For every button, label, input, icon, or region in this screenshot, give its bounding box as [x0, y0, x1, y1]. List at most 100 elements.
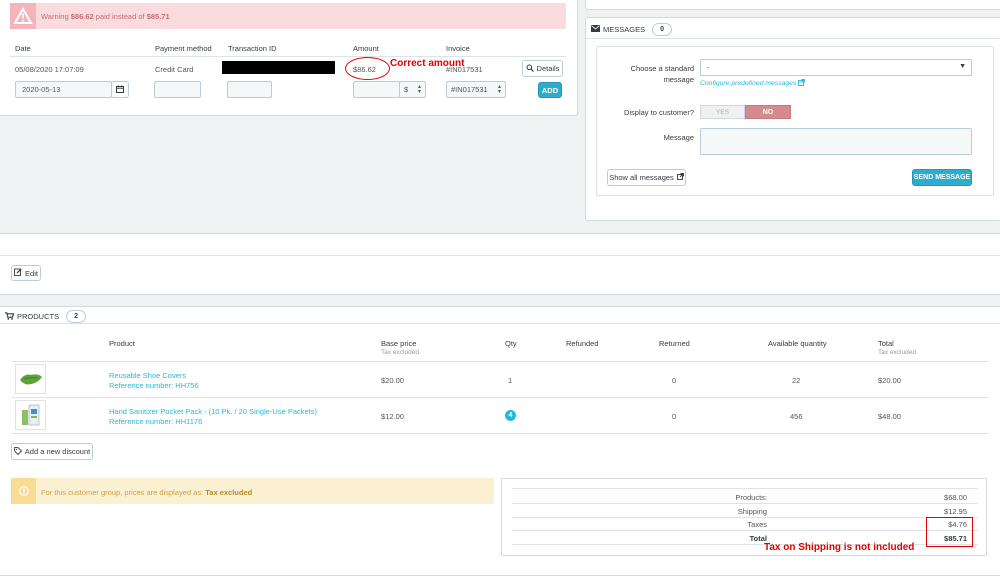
product-total: $48.00 [878, 412, 901, 421]
totals-shipping-value: $12.95 [944, 507, 967, 516]
divider [0, 323, 1000, 324]
divider [512, 530, 978, 531]
divider [512, 503, 978, 504]
toggle-yes[interactable]: YES [700, 105, 745, 119]
invoice-select[interactable]: #IN017531 ▴ ▾ [446, 81, 506, 98]
details-button[interactable]: Details [522, 60, 563, 77]
search-icon [526, 64, 534, 74]
divider [12, 361, 988, 362]
amount-input[interactable] [353, 81, 400, 98]
messages-title: MESSAGES [603, 25, 646, 34]
toggle-no[interactable]: NO [745, 105, 791, 119]
tax-display-notice-text: For this customer group, prices are disp… [41, 488, 253, 497]
message-label: Message [663, 133, 694, 142]
product-returned: 0 [672, 376, 677, 385]
add-payment-button[interactable]: ADD [538, 82, 562, 98]
product-thumbnail [15, 400, 46, 430]
product-available-quantity: 456 [790, 412, 803, 421]
header-total-sub: Tax excluded [878, 349, 916, 356]
header-qty: Qty [505, 339, 517, 348]
header-available-quantity: Available quantity [768, 339, 827, 348]
header-date: Date [15, 44, 31, 53]
standard-message-select[interactable]: - ▼ [700, 59, 972, 76]
header-amount: Amount [353, 44, 379, 53]
header-total: Total [878, 339, 894, 348]
divider [586, 38, 1000, 39]
product-thumbnail [15, 364, 46, 394]
product-reference: Reference number: HH1176 [109, 417, 203, 426]
expected-amount: $85.71 [146, 12, 170, 21]
calendar-icon [116, 84, 124, 95]
divider [512, 488, 978, 489]
cart-icon [5, 311, 15, 322]
header-transaction-id: Transaction ID [228, 44, 277, 53]
payment-date: 05/08/2020 17:07:09 [15, 65, 84, 74]
tax-highlight-box [926, 517, 973, 547]
header-refunded: Refunded [566, 339, 599, 348]
payment-invoice: #IN017531 [446, 65, 483, 74]
paid-amount: $86.62 [70, 12, 94, 21]
info-icon [11, 478, 36, 504]
product-base-price: $20.00 [381, 376, 404, 385]
divider [0, 255, 1000, 256]
show-all-messages-button[interactable]: Show all messages [607, 169, 686, 186]
payment-method-input[interactable] [154, 81, 201, 98]
messages-header: MESSAGES 0 [591, 23, 673, 36]
header-payment-method: Payment method [155, 44, 212, 53]
pencil-icon [14, 268, 22, 278]
add-discount-button[interactable]: Add a new discount [11, 443, 93, 460]
tax-on-shipping-annotation: Tax on Shipping is not included [764, 542, 915, 553]
choose-message-label: Choose a standard message [630, 64, 694, 84]
tax-mode: Tax excluded [205, 488, 253, 497]
message-textarea[interactable] [700, 128, 972, 155]
tag-icon [13, 446, 22, 457]
display-to-customer-label: Display to customer? [623, 108, 694, 117]
updown-arrows-icon: ▴ ▾ [417, 84, 421, 95]
updown-arrows-icon: ▴ ▾ [497, 84, 501, 95]
product-returned: 0 [672, 412, 677, 421]
product-name-link[interactable]: Hand Sanitizer Pocket Pack - (10 Pk. / 2… [109, 407, 317, 416]
edit-button[interactable]: Edit [11, 265, 41, 281]
totals-products-label: Products: [735, 493, 767, 502]
product-qty-badge: 4 [505, 410, 516, 421]
header-product: Product [109, 339, 135, 348]
divider [12, 433, 988, 434]
totals-taxes-label: Taxes [747, 520, 767, 529]
currency-select[interactable]: $ ▴ ▾ [399, 81, 426, 98]
payment-date-input[interactable]: 2020-05-13 [15, 81, 112, 98]
payment-method: Credit Card [155, 65, 194, 74]
product-base-price: $12.00 [381, 412, 404, 421]
caret-down-icon: ▼ [959, 63, 966, 70]
products-title: PRODUCTS [17, 312, 60, 321]
payment-warning-text: Warning $86.62 paid instead of $85.71 [41, 12, 170, 21]
warning-icon [10, 3, 36, 29]
send-message-button[interactable]: SEND MESSAGE [912, 169, 972, 186]
header-invoice: Invoice [446, 44, 470, 53]
messages-count: 0 [652, 23, 673, 36]
calendar-button[interactable] [111, 81, 129, 98]
header-base-price: Base price [381, 339, 417, 348]
product-total: $20.00 [878, 376, 901, 385]
product-name-link[interactable]: Reusable Shoe Covers [109, 371, 186, 380]
products-count: 2 [66, 310, 87, 323]
amount-highlight-circle [345, 57, 390, 80]
divider [512, 517, 978, 518]
product-available-quantity: 22 [792, 376, 801, 385]
external-link-icon [798, 79, 806, 88]
totals-products-value: $68.00 [944, 493, 967, 502]
transaction-id-input[interactable] [227, 81, 272, 98]
totals-shipping-label: Shipping [737, 507, 767, 516]
configure-messages-link[interactable]: Configure predefined messages [700, 79, 806, 88]
products-header: PRODUCTS 2 [5, 310, 87, 323]
envelope-icon [591, 25, 600, 34]
product-qty: 1 [508, 376, 513, 385]
external-link-icon [676, 173, 684, 182]
divider [12, 397, 988, 398]
header-returned: Returned [659, 339, 690, 348]
totals-total-label: Total [749, 534, 767, 543]
top-right-panel-edge [585, 0, 1000, 10]
header-base-price-sub: Tax excluded [381, 349, 419, 356]
divider [10, 56, 566, 57]
redacted-transaction-id [222, 61, 335, 74]
product-reference: Reference number: HH756 [109, 381, 199, 390]
